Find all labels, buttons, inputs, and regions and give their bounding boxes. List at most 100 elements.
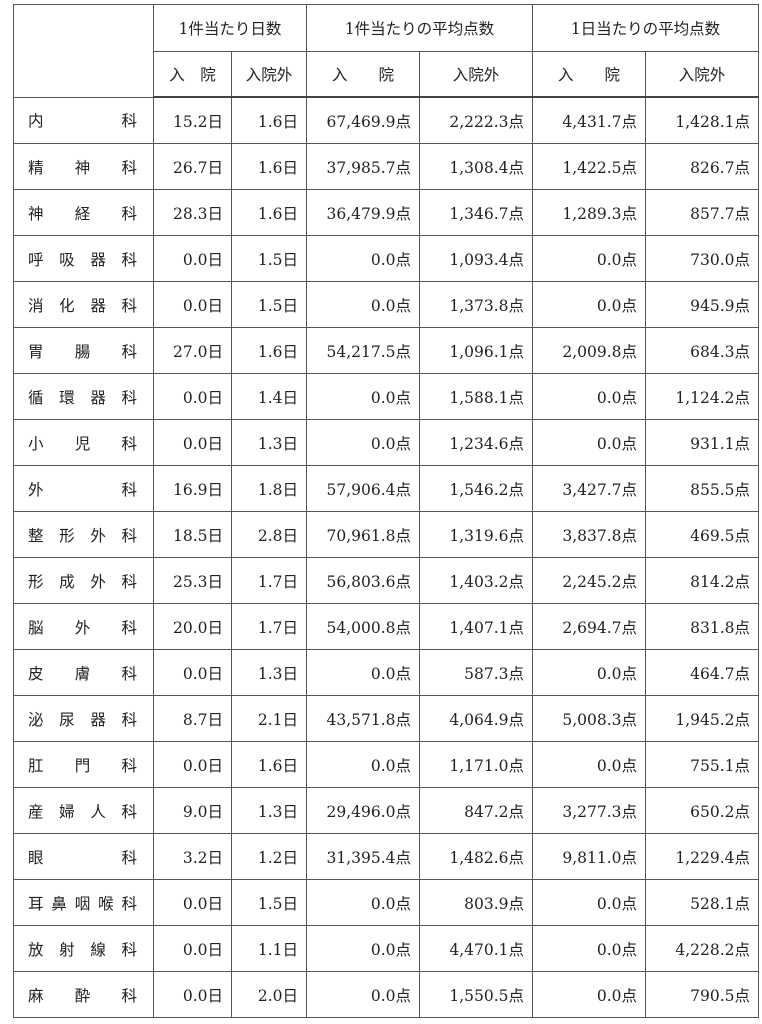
points-per-case-inpatient-cell: 0.0点: [306, 649, 420, 696]
points-per-day-outpatient-cell: 1,428.1点: [645, 96, 759, 144]
days-outpatient-cell: 2.8日: [231, 511, 307, 558]
department-name-char: 消: [28, 296, 44, 315]
points-per-day-outpatient-cell: 684.3点: [645, 327, 759, 374]
department-name-char: 成: [59, 572, 75, 591]
department-name: 内科: [28, 109, 137, 131]
department-name-char: 化: [59, 296, 75, 315]
points-per-day-outpatient-cell: 528.1点: [645, 879, 759, 926]
department-name-char: 環: [59, 388, 75, 407]
days-inpatient-cell: 0.0日: [153, 419, 232, 466]
department-name-char: 科: [121, 526, 137, 545]
department-name-char: 科: [121, 480, 137, 499]
table-row: 内科 15.2日 1.6日 67,469.9点 2,222.3点 4,431.7点 1,42…: [13, 96, 759, 144]
days-inpatient-cell: 26.7日: [153, 143, 232, 190]
days-outpatient-cell: 1.1日: [231, 925, 307, 972]
days-inpatient-cell: 0.0日: [153, 373, 232, 420]
department-name-char: 科: [121, 618, 137, 637]
department-name: 整形外科: [28, 524, 137, 546]
points-per-day-outpatient-cell: 650.2点: [645, 787, 759, 834]
table-row: 神 経 科 28.3日 1.6日 36,479.9点 1,346.7点 1,289.3点 857…: [13, 189, 759, 236]
department-name-char: 酔: [74, 986, 91, 1005]
department-name-char: 婦: [59, 802, 75, 821]
department-name-char: 放: [28, 940, 44, 959]
points-per-case-outpatient-cell: 1,588.1点: [419, 373, 533, 420]
days-outpatient-cell: 1.6日: [231, 327, 307, 374]
department-name-char: 耳: [28, 894, 44, 913]
days-outpatient-cell: 2.0日: [231, 971, 307, 1018]
days-outpatient-cell: 1.3日: [231, 787, 307, 834]
department-name-char: 科: [121, 756, 137, 775]
department-name-char: 科: [121, 894, 137, 913]
days-outpatient-cell: 1.7日: [231, 603, 307, 650]
department-name: 肛門科: [28, 754, 137, 776]
department-name-char: 肛: [28, 756, 44, 775]
points-per-case-outpatient-cell: 4,064.9点: [419, 695, 533, 742]
days-outpatient-cell: 1.2日: [231, 833, 307, 880]
department-name-char: 科: [121, 388, 137, 407]
department-name-cell: 精神科: [13, 143, 154, 190]
department-name-char: 尿: [59, 710, 75, 729]
department-name-char: 科: [121, 664, 137, 683]
days-outpatient-cell: 1.6日: [231, 96, 307, 144]
points-per-day-inpatient-cell: 1,289.3点: [532, 189, 646, 236]
department-name-char: 科: [121, 572, 137, 591]
table-row: 眼科 3.2日 1.2日 31,395.4点 1,482.6点 9,811.0点 1,229…: [13, 833, 759, 880]
days-outpatient-cell: 1.6日: [231, 143, 307, 190]
table-row: 循環器科 0.0日 1.4日 0.0点 1,588.1点 0.0点 1,124.2点: [13, 373, 759, 420]
points-per-day-inpatient-cell: 4,431.7点: [532, 96, 646, 144]
department-name-char: 脳: [28, 618, 44, 637]
department-name-char: 科: [121, 158, 137, 177]
days-outpatient-cell: 1.5日: [231, 879, 307, 926]
department-name-char: 鼻: [51, 894, 67, 913]
table-row: 産婦人科 9.0日 1.3日 29,496.0点 847.2点 3,277.3点 650.2…: [13, 787, 759, 834]
department-name-cell: 外科: [13, 465, 154, 512]
points-per-case-outpatient-cell: 1,373.8点: [419, 281, 533, 328]
points-per-day-inpatient-cell: 0.0点: [532, 925, 646, 972]
days-inpatient-cell: 27.0日: [153, 327, 232, 374]
department-name-cell: 放射線科: [13, 925, 154, 972]
points-per-day-outpatient-cell: 730.0点: [645, 235, 759, 282]
header-avg-points-per-day: 1日当たりの平均点数: [532, 4, 759, 52]
days-inpatient-cell: 0.0日: [153, 235, 232, 282]
department-name-char: 経: [74, 204, 91, 223]
table-row: 形成外科 25.3日 1.7日 56,803.6点 1,403.2点 2,245.2点 81…: [13, 557, 759, 604]
department-name: 脳外科: [28, 616, 137, 638]
points-per-case-inpatient-cell: 70,961.8点: [306, 511, 420, 558]
department-name-cell: 耳鼻咽喉科: [13, 879, 154, 926]
points-per-case-outpatient-cell: 587.3点: [419, 649, 533, 696]
points-per-case-outpatient-cell: 1,550.5点: [419, 971, 533, 1018]
days-inpatient-cell: 16.9日: [153, 465, 232, 512]
points-per-case-inpatient-cell: 57,906.4点: [306, 465, 420, 512]
days-outpatient-cell: 1.3日: [231, 419, 307, 466]
department-name-char: 科: [121, 940, 137, 959]
points-per-day-inpatient-cell: 0.0点: [532, 373, 646, 420]
department-name-cell: 麻酔科: [13, 971, 154, 1018]
points-per-case-inpatient-cell: 67,469.9点: [306, 96, 420, 144]
points-per-case-inpatient-cell: 0.0点: [306, 879, 420, 926]
points-per-case-outpatient-cell: 1,093.4点: [419, 235, 533, 282]
points-per-day-inpatient-cell: 3,277.3点: [532, 787, 646, 834]
department-name: 産婦人科: [28, 800, 137, 822]
table-row: 麻酔科 0.0日 2.0日 0.0点 1,550.5点 0.0点 790.5点: [13, 971, 759, 1018]
points-per-day-inpatient-cell: 1,422.5点: [532, 143, 646, 190]
department-name-cell: 内科: [13, 96, 154, 144]
department-name-char: 科: [121, 434, 137, 453]
department-name-char: 児: [74, 434, 91, 453]
points-per-case-outpatient-cell: 1,403.2点: [419, 557, 533, 604]
points-per-case-outpatient-cell: 1,546.2点: [419, 465, 533, 512]
points-per-day-inpatient-cell: 3,427.7点: [532, 465, 646, 512]
table-row: 泌尿器科 8.7日 2.1日 43,571.8点 4,064.9点 5,008.3点 1,9…: [13, 695, 759, 742]
department-name-char: 呼: [28, 250, 44, 269]
table-row: 皮膚科 0.0日 1.3日 0.0点 587.3点 0.0点 464.7点: [13, 649, 759, 696]
table-row: 精 神 科 26.7日 1.6日 37,985.7点 1,308.4点 1,422.5点 826…: [13, 143, 759, 190]
department-name-char: 外: [90, 526, 106, 545]
department-name-char: 神: [28, 204, 44, 223]
department-name-char: 神: [74, 158, 91, 177]
department-name: 神経科: [28, 202, 137, 224]
table-row: 消化器科 0.0日 1.5日 0.0点 1,373.8点 0.0点 945.9点: [13, 281, 759, 328]
points-per-day-inpatient-cell: 0.0点: [532, 971, 646, 1018]
points-per-day-inpatient-cell: 0.0点: [532, 419, 646, 466]
days-inpatient-cell: 0.0日: [153, 741, 232, 788]
points-per-case-outpatient-cell: 1,308.4点: [419, 143, 533, 190]
days-inpatient-cell: 9.0日: [153, 787, 232, 834]
